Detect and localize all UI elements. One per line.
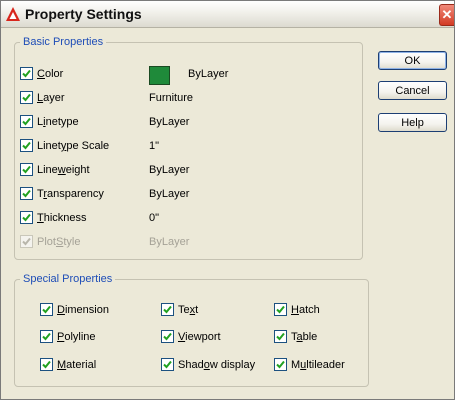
property-settings-dialog: Property Settings ✕ Basic Properties Col… <box>0 0 455 400</box>
checkmark-icon <box>163 305 172 314</box>
checkmark-icon <box>163 332 172 341</box>
multileader-label: Multileader <box>291 359 345 371</box>
material-checkbox[interactable] <box>40 358 53 371</box>
layer-value: Furniture <box>149 92 194 104</box>
linetype-scale-label: Linetype Scale <box>37 140 110 152</box>
checkmark-icon <box>42 305 51 314</box>
dialog-title: Property Settings <box>25 6 142 22</box>
checkmark-icon <box>276 305 285 314</box>
text-checkbox[interactable] <box>161 303 174 316</box>
color-value: ByLayer <box>188 68 229 80</box>
table-label: Table <box>291 331 318 343</box>
layer-label: Layer <box>37 92 65 104</box>
shadow-display-checkbox[interactable] <box>161 358 174 371</box>
shadow-display-label: Shadow display <box>178 359 256 371</box>
color-label: Color <box>37 68 64 80</box>
plotstyle-label: PlotStyle <box>37 236 81 248</box>
hatch-checkbox[interactable] <box>274 303 287 316</box>
plotstyle-checkbox <box>20 235 33 248</box>
color-checkbox[interactable] <box>20 67 33 80</box>
autocad-logo-icon <box>6 7 20 21</box>
transparency-checkbox[interactable] <box>20 187 33 200</box>
checkmark-icon <box>22 141 31 150</box>
checkmark-icon <box>276 332 285 341</box>
layer-checkbox[interactable] <box>20 91 33 104</box>
checkmark-icon <box>22 213 31 222</box>
lineweight-value: ByLayer <box>149 164 190 176</box>
plotstyle-value: ByLayer <box>149 236 190 248</box>
polyline-checkbox[interactable] <box>40 330 53 343</box>
checkmark-icon <box>22 237 31 246</box>
viewport-checkbox[interactable] <box>161 330 174 343</box>
title-bar: Property Settings ✕ <box>1 1 454 28</box>
linetype-value: ByLayer <box>149 116 190 128</box>
checkmark-icon <box>22 93 31 102</box>
viewport-label: Viewport <box>178 331 221 343</box>
checkmark-icon <box>22 189 31 198</box>
special-properties-legend: Special Properties <box>23 273 113 285</box>
hatch-label: Hatch <box>291 304 320 316</box>
close-button[interactable]: ✕ <box>439 4 454 26</box>
ok-button[interactable]: OK <box>378 51 447 70</box>
lineweight-label: Lineweight <box>37 164 90 176</box>
dimension-label: Dimension <box>57 304 109 316</box>
table-checkbox[interactable] <box>274 330 287 343</box>
dimension-checkbox[interactable] <box>40 303 53 316</box>
linetype-label: Linetype <box>37 116 79 128</box>
linetype-checkbox[interactable] <box>20 115 33 128</box>
checkmark-icon <box>22 117 31 126</box>
cancel-button[interactable]: Cancel <box>378 81 447 100</box>
linetype-scale-value: 1" <box>149 140 160 152</box>
lineweight-checkbox[interactable] <box>20 163 33 176</box>
multileader-checkbox[interactable] <box>274 358 287 371</box>
thickness-value: 0" <box>149 212 160 224</box>
transparency-value: ByLayer <box>149 188 190 200</box>
thickness-checkbox[interactable] <box>20 211 33 224</box>
close-icon: ✕ <box>441 7 453 22</box>
help-button[interactable]: Help <box>378 113 447 132</box>
checkmark-icon <box>42 360 51 369</box>
text-label: Text <box>178 304 199 316</box>
checkmark-icon <box>276 360 285 369</box>
basic-properties-legend: Basic Properties <box>23 36 104 48</box>
transparency-label: Transparency <box>37 188 104 200</box>
checkmark-icon <box>22 69 31 78</box>
material-label: Material <box>57 359 97 371</box>
checkmark-icon <box>42 332 51 341</box>
color-swatch[interactable] <box>149 66 170 85</box>
polyline-label: Polyline <box>57 331 96 343</box>
linetype-scale-checkbox[interactable] <box>20 139 33 152</box>
checkmark-icon <box>22 165 31 174</box>
checkmark-icon <box>163 360 172 369</box>
thickness-label: Thickness <box>37 212 87 224</box>
